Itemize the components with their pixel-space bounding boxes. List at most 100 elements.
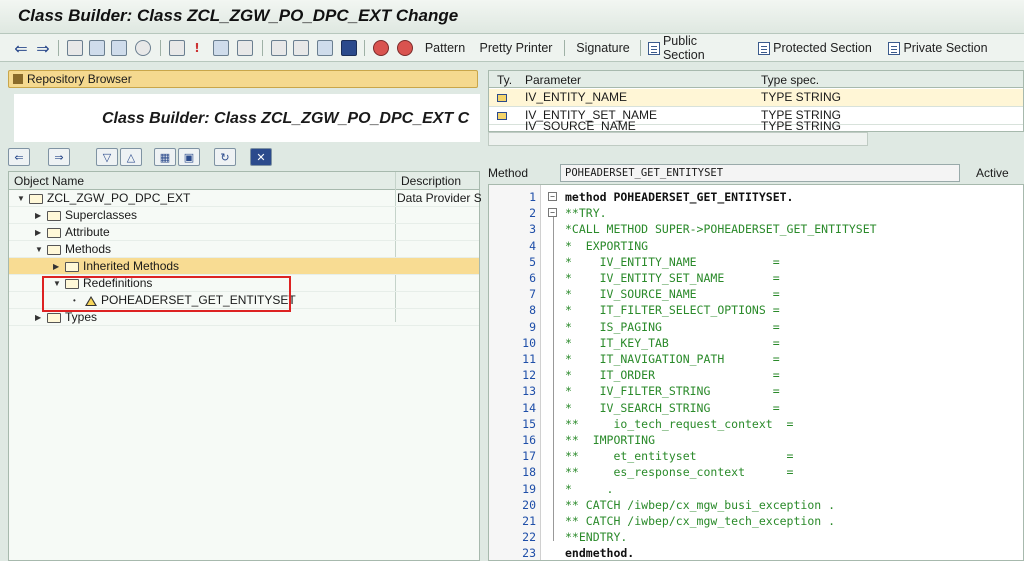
pretty-printer-button[interactable]: Pretty Printer bbox=[478, 38, 554, 58]
tree-node-superclasses[interactable]: ▶ Superclasses bbox=[9, 207, 479, 224]
back-arrow-icon[interactable]: ⇐ bbox=[8, 148, 30, 166]
line-number: 10 bbox=[522, 335, 536, 350]
param-name: IV_ENTITY_NAME bbox=[525, 90, 628, 104]
code-text: * IV_ENTITY_SET_NAME = bbox=[565, 271, 780, 285]
line-number: 23 bbox=[522, 546, 536, 561]
code-line[interactable]: 10 * IT_KEY_TAB = bbox=[489, 335, 1023, 351]
code-line[interactable]: 8 * IT_FILTER_SELECT_OPTIONS = bbox=[489, 302, 1023, 318]
code-line[interactable]: 17 ** et_entityset = bbox=[489, 448, 1023, 464]
code-line[interactable]: 19 * . bbox=[489, 481, 1023, 497]
section-icon bbox=[888, 41, 901, 55]
code-line[interactable]: 4 * EXPORTING bbox=[489, 238, 1023, 254]
code-text: * IV_SEARCH_STRING = bbox=[565, 400, 780, 415]
tree-node-attribute[interactable]: ▶ Attribute bbox=[9, 224, 479, 241]
object-list-icon[interactable] bbox=[168, 38, 186, 58]
toolbar-separator bbox=[564, 40, 565, 56]
line-number: 1 bbox=[529, 190, 536, 204]
navigate-icon[interactable] bbox=[236, 38, 254, 58]
display-object-icon[interactable] bbox=[212, 38, 230, 58]
hierarchy-icon[interactable] bbox=[270, 38, 288, 58]
forward-arrow-icon[interactable]: ⇒ bbox=[34, 38, 52, 58]
tree-node-inherited-methods[interactable]: ▶ Inherited Methods bbox=[9, 258, 479, 275]
code-line[interactable]: 18 ** es_response_context = bbox=[489, 464, 1023, 480]
code-line[interactable]: 20 ** CATCH /iwbep/cx_mgw_busi_exception … bbox=[489, 497, 1023, 513]
horizontal-scrollbar[interactable] bbox=[488, 132, 868, 146]
code-line[interactable]: 14 * IV_SEARCH_STRING = bbox=[489, 400, 1023, 416]
folder-icon bbox=[47, 210, 61, 221]
collapsed-arrow-icon[interactable]: ▶ bbox=[35, 224, 43, 241]
code-line[interactable]: 5 * IV_ENTITY_NAME = bbox=[489, 254, 1023, 270]
private-section-label: Private Section bbox=[903, 41, 988, 55]
hierarchy-icon[interactable]: ▦ bbox=[154, 148, 176, 166]
col-description: Description bbox=[401, 174, 462, 188]
code-line[interactable]: 22 **ENDTRY. bbox=[489, 529, 1023, 545]
private-section-button[interactable]: Private Section bbox=[888, 38, 988, 58]
activate-icon[interactable] bbox=[110, 38, 128, 58]
breakpoint-icon[interactable] bbox=[372, 38, 390, 58]
exclamation-icon[interactable]: ! bbox=[192, 38, 202, 58]
code-line[interactable]: 1 − method POHEADERSET_GET_ENTITYSET. bbox=[489, 189, 1023, 205]
code-line[interactable]: 23 endmethod. bbox=[489, 545, 1023, 561]
code-line[interactable]: 15 ** io_tech_request_context = bbox=[489, 416, 1023, 432]
code-line[interactable]: 9 * IS_PAGING = bbox=[489, 319, 1023, 335]
collapsed-arrow-icon[interactable]: ▶ bbox=[53, 258, 61, 275]
pattern-button[interactable]: Pattern bbox=[420, 38, 470, 58]
line-number: 4 bbox=[529, 238, 536, 253]
code-line[interactable]: 16 ** IMPORTING bbox=[489, 432, 1023, 448]
table-row[interactable]: IV_SOURCE_NAME TYPE STRING bbox=[489, 119, 1023, 131]
tree-node-root[interactable]: ▼ ZCL_ZGW_PO_DPC_EXT Data Provider S bbox=[9, 190, 481, 207]
forward-arrow-icon[interactable]: ⇒ bbox=[48, 148, 70, 166]
close-icon[interactable]: ✕ bbox=[250, 148, 272, 166]
collapsed-arrow-icon[interactable]: ▶ bbox=[35, 207, 43, 224]
display-change-icon[interactable] bbox=[66, 38, 84, 58]
line-number: 8 bbox=[529, 303, 536, 318]
fold-toggle-icon[interactable]: − bbox=[548, 208, 557, 218]
where-used-icon[interactable] bbox=[134, 38, 152, 58]
signature-button[interactable]: Signature bbox=[574, 38, 632, 58]
pane-splitter[interactable] bbox=[482, 70, 486, 561]
code-text: * IT_FILTER_SELECT_OPTIONS = bbox=[565, 303, 780, 318]
back-arrow-icon[interactable]: ⇐ bbox=[12, 38, 30, 58]
method-status: Active bbox=[976, 166, 1009, 180]
repository-browser-label: Repository Browser bbox=[27, 72, 132, 86]
code-line[interactable]: 6 * IV_ENTITY_SET_NAME = bbox=[489, 270, 1023, 286]
tree-icon[interactable] bbox=[292, 38, 310, 58]
param-type: TYPE STRING bbox=[761, 90, 842, 104]
protected-section-button[interactable]: Protected Section bbox=[756, 38, 874, 58]
code-text: *CALL METHOD SUPER->POHEADERSET_GET_ENTI… bbox=[565, 222, 877, 237]
object-tree: Object Name Description ▼ ZCL_ZGW_PO_DPC_… bbox=[8, 171, 481, 561]
fold-toggle-icon[interactable]: − bbox=[548, 192, 557, 201]
tree-node-methods[interactable]: ▼ Methods bbox=[9, 241, 479, 258]
public-section-button[interactable]: Public Section bbox=[648, 34, 742, 62]
line-number: 20 bbox=[522, 497, 536, 512]
code-text: * EXPORTING bbox=[565, 238, 649, 253]
code-line[interactable]: 7 * IV_SOURCE_NAME = bbox=[489, 286, 1023, 302]
method-name-field[interactable]: POHEADERSET_GET_ENTITYSET bbox=[560, 164, 960, 182]
line-number: 11 bbox=[522, 352, 536, 366]
code-editor[interactable]: 1 − method POHEADERSET_GET_ENTITYSET. 2 − **T… bbox=[488, 184, 1024, 561]
expanded-arrow-icon[interactable]: ▼ bbox=[35, 241, 43, 258]
code-line[interactable]: 3 *CALL METHOD SUPER->POHEADERSET_GET_ENT… bbox=[489, 221, 1023, 237]
code-line[interactable]: 13 * IV_FILTER_STRING = bbox=[489, 383, 1023, 399]
folder-icon bbox=[65, 261, 79, 272]
info-icon[interactable] bbox=[340, 38, 358, 58]
section-icon bbox=[758, 41, 771, 55]
code-line[interactable]: 11 * IT_NAVIGATION_PATH = bbox=[489, 351, 1023, 367]
code-line[interactable]: 12 * IT_ORDER = bbox=[489, 367, 1023, 383]
highlight-annotation-box bbox=[42, 276, 291, 312]
toolbar-separator bbox=[160, 40, 161, 56]
expanded-arrow-icon[interactable]: ▼ bbox=[17, 190, 25, 207]
tree-node-label: ZCL_ZGW_PO_DPC_EXT bbox=[47, 191, 191, 205]
code-line[interactable]: 21 ** CATCH /iwbep/cx_mgw_tech_exception … bbox=[489, 513, 1023, 529]
check-icon[interactable] bbox=[88, 38, 106, 58]
external-breakpoint-icon[interactable] bbox=[396, 38, 414, 58]
expand-all-icon[interactable]: ▽ bbox=[96, 148, 118, 166]
code-line[interactable]: 2 − **TRY. bbox=[489, 205, 1023, 221]
grid-icon[interactable]: ▣ bbox=[178, 148, 200, 166]
repository-browser-header[interactable]: Repository Browser bbox=[8, 70, 478, 88]
tree-node-label: Inherited Methods bbox=[83, 259, 180, 273]
collapse-all-icon[interactable]: △ bbox=[120, 148, 142, 166]
table-row[interactable]: IV_ENTITY_NAME TYPE STRING bbox=[489, 89, 1023, 107]
layout-icon[interactable] bbox=[316, 38, 334, 58]
refresh-icon[interactable]: ↻ bbox=[214, 148, 236, 166]
